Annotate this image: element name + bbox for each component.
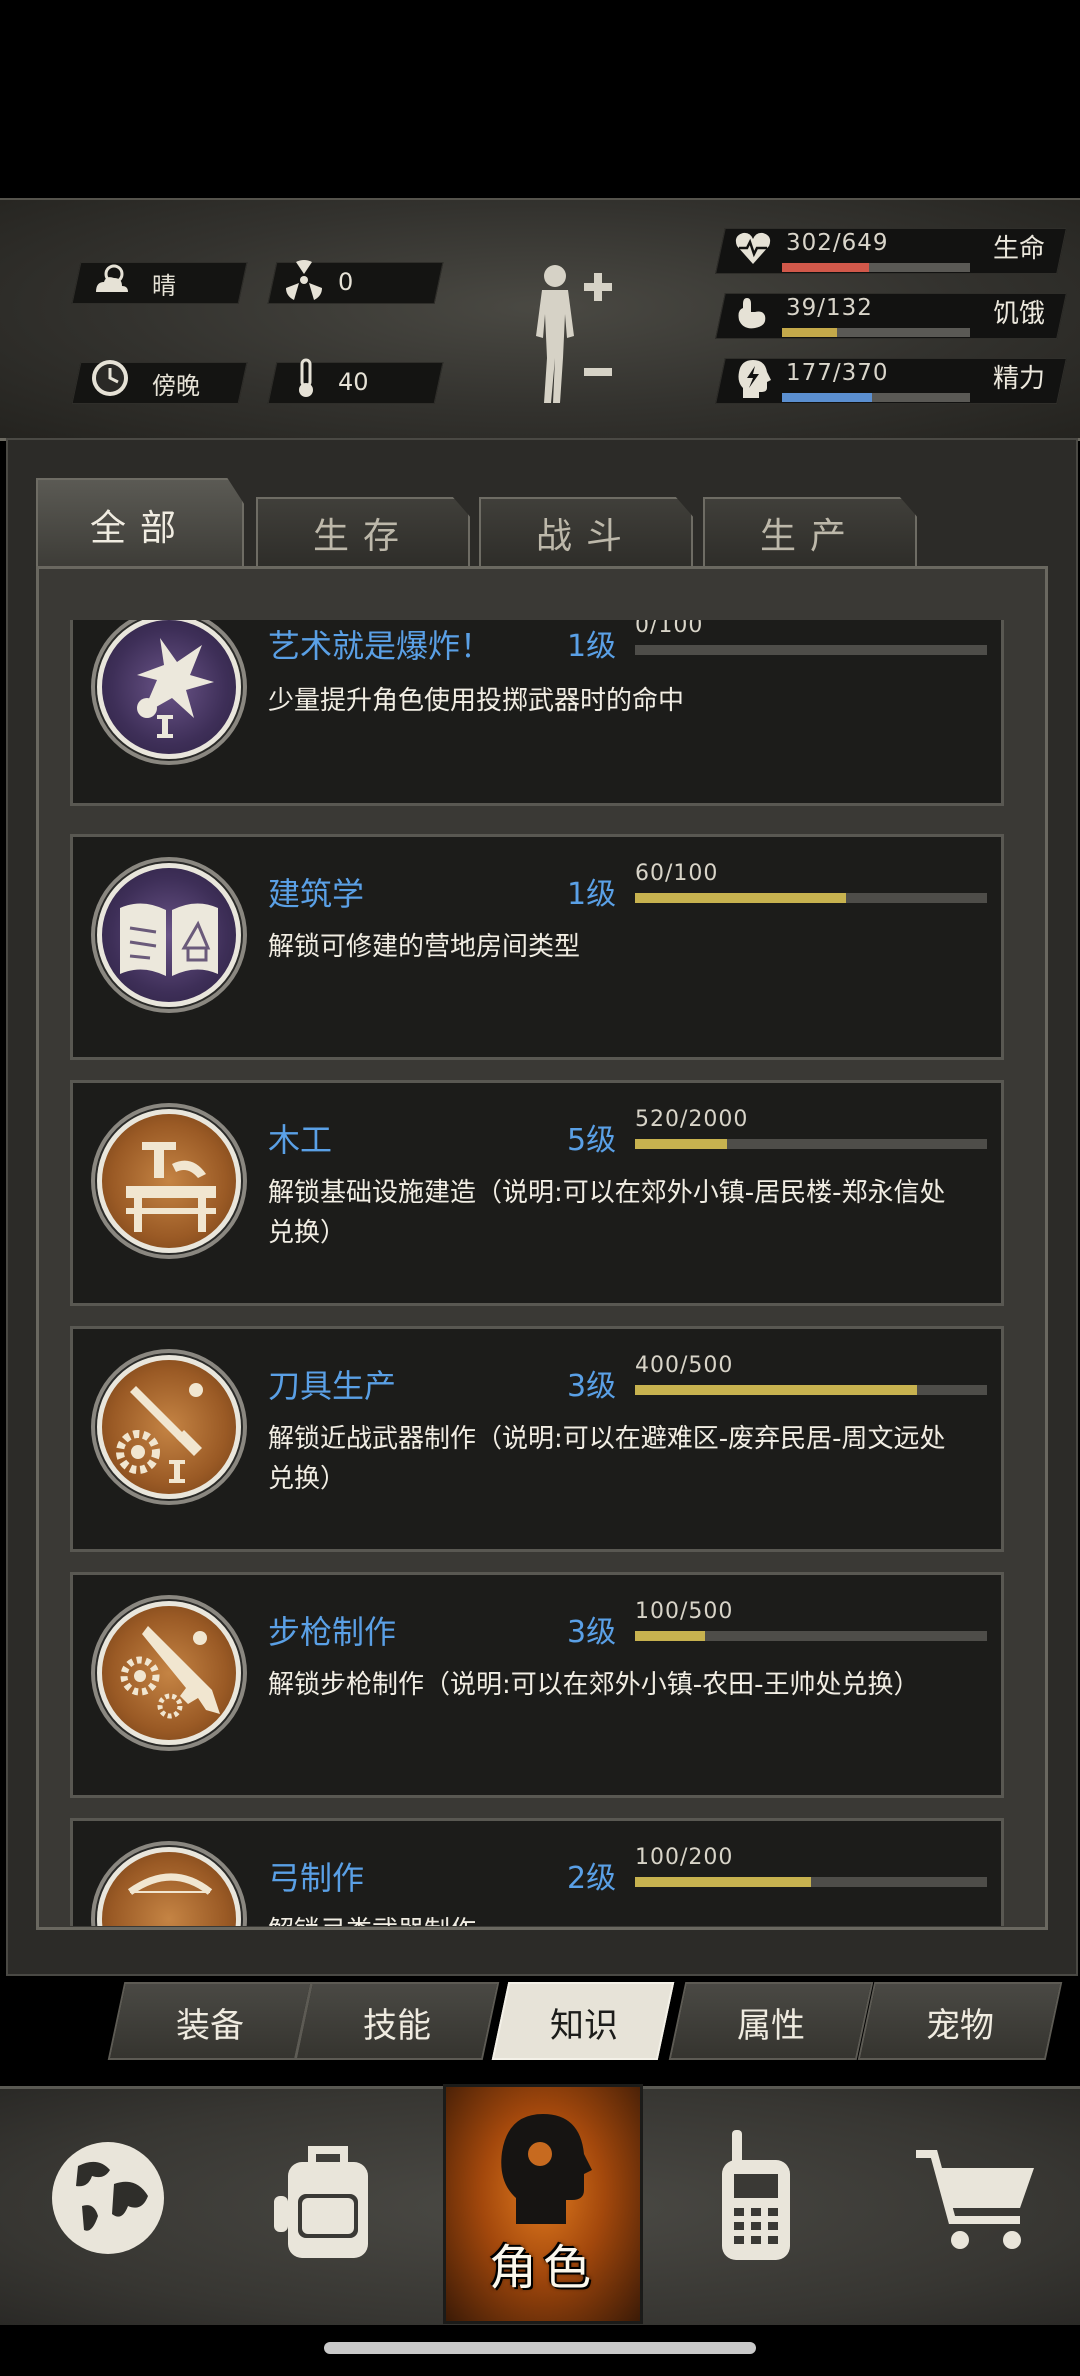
skill-list[interactable]: 艺术就是爆炸！ 1级 0/100 少量提升角色使用投掷武器时的命中 建筑学 1级… — [64, 620, 1010, 1926]
knife-gear-icon — [97, 1355, 241, 1499]
energy-head-icon — [738, 360, 771, 398]
cloudy-weather-icon — [96, 264, 128, 292]
skill-name: 艺术就是爆炸！ — [268, 627, 493, 665]
skill-progress-bar — [635, 1139, 987, 1149]
weather-label: 晴 — [152, 272, 176, 300]
skill-progress-bar — [635, 1385, 987, 1395]
skill-name: 建筑学 — [268, 875, 365, 913]
temperature-value: 40 — [338, 368, 369, 396]
nav-shop-button[interactable] — [864, 2086, 1080, 2322]
health-value: 302/649 — [786, 230, 889, 256]
health-label: 生命 — [993, 234, 1046, 264]
skill-card-woodworking[interactable]: 木工 5级 520/2000 解锁基础设施建造（说明:可以在郊外小镇-居民楼-郑… — [70, 1080, 1004, 1306]
skill-name: 步枪制作 — [268, 1613, 397, 1651]
skill-level: 5级 — [567, 1123, 617, 1158]
skill-level: 1级 — [567, 877, 617, 912]
book-icon — [97, 863, 241, 1007]
skill-level: 3级 — [567, 1615, 617, 1650]
clock-icon — [92, 360, 128, 396]
health-bar — [782, 263, 970, 272]
subtab-skills-label: 技能 — [363, 2006, 431, 2046]
skill-progress-text: 520/2000 — [635, 1107, 749, 1132]
skill-progress-text: 400/500 — [635, 1353, 734, 1378]
subtab-pets-label: 宠物 — [926, 2006, 994, 2046]
skill-description: 解锁基础设施建造（说明:可以在郊外小镇-居民楼-郑永信处兑换） — [268, 1178, 946, 1248]
tab-production[interactable]: 生产 — [703, 497, 917, 567]
skill-card-bow-crafting[interactable]: 弓制作 2级 100/200 解锁弓类武器制作 — [70, 1818, 1004, 1926]
walkie-talkie-icon — [722, 2130, 790, 2260]
tab-combat[interactable]: 战斗 — [479, 497, 693, 567]
thermometer-icon — [299, 358, 313, 397]
energy-label: 精力 — [993, 364, 1046, 394]
shopping-cart-icon — [916, 2150, 1034, 2249]
subtab-equipment-label: 装备 — [176, 2006, 244, 2046]
hunger-bar — [782, 328, 970, 337]
skill-progress-text: 60/100 — [635, 861, 719, 886]
tab-all[interactable]: 全部 — [36, 478, 244, 570]
energy-bar — [782, 393, 970, 402]
nav-character-label: 角色 — [488, 2240, 597, 2296]
skill-name: 木工 — [268, 1121, 333, 1159]
skill-name: 刀具生产 — [268, 1367, 397, 1405]
radiation-value: 0 — [338, 268, 354, 296]
time-label: 傍晚 — [152, 372, 200, 400]
skill-level: 2级 — [567, 1861, 617, 1896]
heart-icon — [735, 232, 771, 264]
skill-description: 解锁近战武器制作（说明:可以在避难区-废弃民居-周文远处兑换） — [268, 1424, 946, 1494]
backpack-icon — [274, 2146, 368, 2258]
skill-name: 弓制作 — [268, 1859, 365, 1897]
bow-icon — [97, 1847, 241, 1926]
skill-level: 3级 — [567, 1369, 617, 1404]
hunger-label: 饥饿 — [993, 299, 1046, 329]
woodworking-icon — [97, 1109, 241, 1253]
subtab-knowledge-label: 知识 — [550, 2006, 618, 2046]
hunger-value: 39/132 — [786, 295, 873, 321]
explosion-icon — [97, 620, 241, 759]
tab-survival[interactable]: 生存 — [256, 497, 470, 567]
skill-description: 解锁弓类武器制作 — [268, 1911, 968, 1926]
skill-progress-text: 100/500 — [635, 1599, 734, 1624]
nav-radio-button[interactable] — [648, 2086, 864, 2322]
rifle-gear-icon — [97, 1601, 241, 1745]
skill-description: 解锁可修建的营地房间类型 — [268, 932, 581, 962]
stomach-icon — [738, 298, 766, 329]
skill-progress-text: 100/200 — [635, 1845, 734, 1870]
radiation-icon — [286, 260, 322, 300]
skill-card-knife-production[interactable]: 刀具生产 3级 400/500 解锁近战武器制作（说明:可以在避难区-废弃民居-… — [70, 1326, 1004, 1552]
skill-progress-bar — [635, 645, 987, 655]
skill-description: 少量提升角色使用投掷武器时的命中 — [268, 686, 685, 716]
character-head-icon — [501, 2114, 592, 2224]
skill-level: 1级 — [567, 629, 617, 664]
globe-icon — [52, 2142, 164, 2254]
skill-description: 解锁步枪制作（说明:可以在郊外小镇-农田-王帅处兑换） — [268, 1670, 920, 1700]
subtab-attributes-label: 属性 — [737, 2006, 805, 2046]
skill-progress-bar — [635, 1877, 987, 1887]
energy-value: 177/370 — [786, 360, 889, 386]
body-status-button[interactable] — [520, 258, 620, 408]
skill-card-explosion[interactable]: 艺术就是爆炸！ 1级 0/100 少量提升角色使用投掷武器时的命中 — [70, 620, 1004, 806]
skill-progress-bar — [635, 893, 987, 903]
skill-progress-bar — [635, 1631, 987, 1641]
nav-map-button[interactable] — [0, 2086, 216, 2322]
home-indicator[interactable] — [324, 2342, 756, 2354]
skill-card-rifle-crafting[interactable]: 步枪制作 3级 100/500 解锁步枪制作（说明:可以在郊外小镇-农田-王帅处… — [70, 1572, 1004, 1798]
skill-card-architecture[interactable]: 建筑学 1级 60/100 解锁可修建的营地房间类型 — [70, 834, 1004, 1060]
skill-progress-text: 0/100 — [635, 620, 704, 638]
nav-backpack-button[interactable] — [216, 2086, 432, 2322]
